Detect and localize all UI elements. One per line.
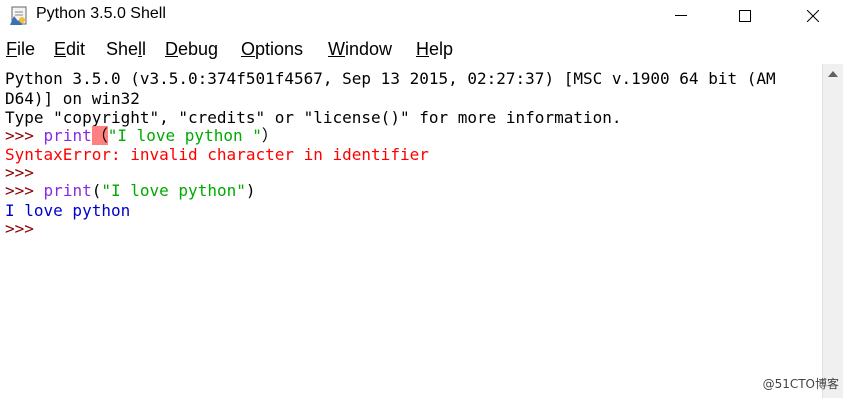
menu-edit[interactable]: Edit	[54, 39, 85, 60]
scroll-up-button[interactable]	[823, 64, 843, 84]
idle-app-icon[interactable]	[8, 6, 30, 26]
string-literal: "I love python "	[107, 126, 262, 145]
open-paren: (	[91, 181, 102, 200]
print-keyword: print	[43, 181, 92, 200]
current-prompt: >>>	[5, 219, 34, 238]
input-line-2: >>> print("I love python")	[5, 181, 256, 200]
error-message: SyntaxError: invalid character in identi…	[5, 145, 429, 164]
empty-prompt: >>>	[5, 163, 34, 182]
close-icon	[807, 10, 819, 22]
watermark: @51CTO博客	[762, 377, 839, 391]
program-output: I love python	[5, 201, 131, 220]
menu-options[interactable]: Options	[241, 39, 303, 60]
string-literal: "I love python"	[101, 181, 246, 200]
invalid-char-highlight: （	[91, 126, 108, 145]
maximize-button[interactable]	[722, 0, 768, 32]
title-bar: Python 3.5.0 Shell	[0, 0, 849, 32]
menu-bar: File Edit Shell Debug Options Window Hel…	[0, 36, 849, 62]
shell-text-area[interactable]: Python 3.5.0 (v3.5.0:374f501f4567, Sep 1…	[0, 64, 822, 398]
close-button[interactable]	[790, 0, 836, 32]
minimize-icon	[675, 15, 687, 16]
menu-shell[interactable]: Shell	[106, 39, 146, 60]
prompt: >>>	[5, 181, 34, 200]
menu-help[interactable]: Help	[416, 39, 453, 60]
input-line-1: >>> print（"I love python "）	[5, 126, 278, 145]
banner-line-3: Type "copyright", "credits" or "license(…	[5, 108, 622, 127]
prompt: >>>	[5, 126, 34, 145]
banner-line-1: Python 3.5.0 (v3.5.0:374f501f4567, Sep 1…	[5, 69, 776, 88]
close-paren: )	[245, 181, 256, 200]
menu-window[interactable]: Window	[328, 39, 392, 60]
menu-file[interactable]: File	[6, 39, 35, 60]
close-paren: ）	[261, 126, 278, 145]
print-keyword: print	[43, 126, 92, 145]
scroll-up-arrow-icon	[828, 71, 838, 77]
banner-line-2: D64)] on win32	[5, 89, 140, 108]
maximize-icon	[739, 10, 751, 22]
window-title: Python 3.5.0 Shell	[36, 5, 166, 22]
vertical-scrollbar[interactable]	[822, 64, 843, 398]
menu-debug[interactable]: Debug	[165, 39, 218, 60]
minimize-button[interactable]	[658, 0, 704, 32]
